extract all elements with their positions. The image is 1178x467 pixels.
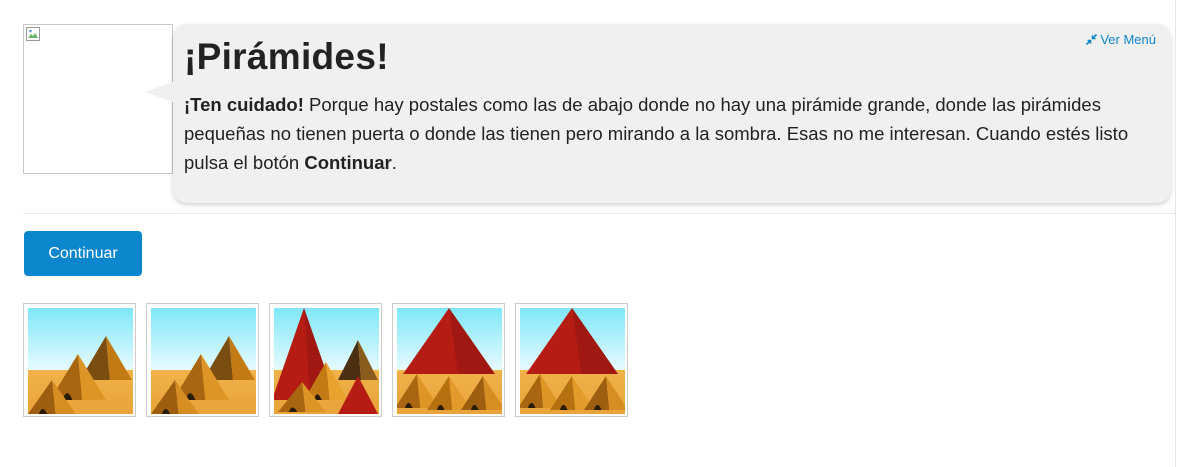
activity-page: · · · · · · · · · · · · · · · · ¡Pirámid… — [0, 0, 1178, 467]
postcard-thumbnail[interactable] — [392, 303, 505, 417]
postcard-image — [151, 308, 256, 414]
instruction-text: ¡Ten cuidado! Porque hay postales como l… — [184, 90, 1144, 177]
speech-bubble-tail — [145, 82, 173, 102]
postcard-thumbnail[interactable] — [515, 303, 628, 417]
broken-image-icon — [26, 27, 40, 41]
postcard-thumbnail[interactable] — [146, 303, 259, 417]
content-right-border — [1175, 0, 1176, 467]
postcard-image — [520, 308, 625, 414]
postcard-thumbnail[interactable] — [269, 303, 382, 417]
postcard-image — [274, 308, 379, 414]
postcard-image — [397, 308, 502, 414]
page-title: ¡Pirámides! — [184, 36, 389, 77]
continue-button[interactable]: Continuar — [24, 231, 142, 276]
speech-bubble: ¡Pirámides! Ver Menú ¡Ten cuidado! Porqu… — [145, 24, 1171, 203]
view-menu-label: Ver Menú — [1100, 32, 1156, 47]
instruction-end: . — [391, 152, 397, 173]
warning-text: ¡Ten cuidado! — [184, 94, 304, 115]
cropped-header-strip: · · · · · · · · · · · · · · · · — [0, 0, 1178, 4]
postcard-image — [28, 308, 133, 414]
cropped-header-text: · · · · · · · · · · · · · · · · — [100, 0, 273, 4]
postcard-thumbnail[interactable] — [23, 303, 136, 417]
compress-arrows-icon — [1086, 33, 1098, 46]
view-menu-link[interactable]: Ver Menú — [1086, 32, 1156, 47]
button-reference: Continuar — [304, 152, 392, 173]
section-divider — [23, 213, 1175, 214]
